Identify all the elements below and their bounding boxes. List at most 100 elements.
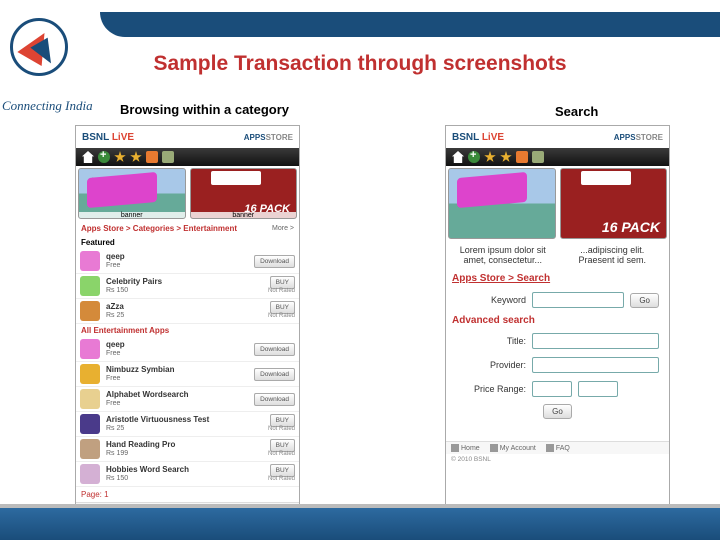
user-icon — [490, 444, 498, 452]
app-row[interactable]: Hand Reading ProRs 199BUYNot Rated — [76, 437, 299, 462]
phone-screenshot-search: BSNL LiVE APPSSTORE San Francisco solita… — [445, 125, 670, 520]
app-icon — [80, 389, 100, 409]
app-row[interactable]: Hobbies Word SearchRs 150BUYNot Rated — [76, 462, 299, 487]
phone-header: BSNL LiVE APPSSTORE — [446, 126, 669, 148]
app-price: Free — [106, 350, 254, 358]
app-icon — [80, 364, 100, 384]
app-name: Celebrity Pairs — [106, 278, 268, 287]
phone-footer: Home My Account FAQ — [446, 441, 669, 454]
home-icon — [451, 444, 459, 452]
help-icon — [546, 444, 554, 452]
header-swoosh — [0, 0, 720, 55]
app-row[interactable]: Nimbuzz SymbianFreeDownload — [76, 362, 299, 387]
app-name: Hand Reading Pro — [106, 441, 268, 450]
app-price: Rs 199 — [106, 450, 268, 458]
app-row[interactable]: qeepFreeDownload — [76, 249, 299, 274]
app-icon — [80, 464, 100, 484]
app-row[interactable]: Aristotle Virtuousness TestRs 25BUYNot R… — [76, 412, 299, 437]
app-name: qeep — [106, 341, 254, 350]
star-icon[interactable] — [114, 151, 126, 163]
more-link[interactable]: More > — [272, 225, 294, 232]
phone-toolbar — [76, 148, 299, 166]
price-range-label: Price Range: — [456, 384, 526, 394]
app-price: Rs 150 — [106, 475, 268, 483]
slide-footer-bar — [0, 508, 720, 540]
footer-home[interactable]: Home — [451, 444, 480, 452]
app-row[interactable]: aZzaRs 25BUYNot Rated — [76, 299, 299, 324]
banner-captions: Lorem ipsum dolor sit amet, consectetur.… — [446, 241, 669, 269]
logo-tagline: Connecting India — [2, 98, 93, 114]
app-row[interactable]: qeepFreeDownload — [76, 337, 299, 362]
app-action-button[interactable]: Download — [254, 255, 295, 268]
go-button[interactable]: Go — [543, 404, 572, 419]
keyword-input[interactable] — [532, 292, 624, 308]
add-icon[interactable] — [98, 151, 110, 163]
cart-icon[interactable] — [516, 151, 528, 163]
star-icon[interactable] — [500, 151, 512, 163]
phone-toolbar — [446, 148, 669, 166]
cart-icon[interactable] — [146, 151, 158, 163]
app-price: Free — [106, 400, 254, 408]
star-icon[interactable] — [130, 151, 142, 163]
bsnl-logo: BSNL LiVE — [82, 132, 134, 143]
all-apps-header: All Entertainment Apps — [76, 324, 299, 337]
title-input[interactable] — [532, 333, 659, 349]
app-row[interactable]: Celebrity PairsRs 150BUYNot Rated — [76, 274, 299, 299]
app-name: qeep — [106, 253, 254, 262]
app-name: Aristotle Virtuousness Test — [106, 416, 268, 425]
bsnl-logo: BSNL LiVE — [452, 132, 504, 143]
user-icon[interactable] — [162, 151, 174, 163]
app-icon — [80, 251, 100, 271]
keyword-label: Keyword — [456, 295, 526, 305]
app-name: Hobbies Word Search — [106, 466, 268, 475]
app-rating: Not Rated — [268, 288, 295, 295]
apps-store-logo: APPSSTORE — [244, 133, 293, 142]
banner-solitaire[interactable]: solitaire16 PACK — [560, 168, 668, 239]
app-price: Rs 25 — [106, 425, 268, 433]
provider-label: Provider: — [456, 360, 526, 370]
pager[interactable]: Page: 1 — [76, 487, 299, 502]
app-name: aZza — [106, 303, 268, 312]
app-icon — [80, 439, 100, 459]
go-button[interactable]: Go — [630, 293, 659, 308]
app-price: Rs 25 — [106, 312, 268, 320]
phone-header: BSNL LiVE APPSSTORE — [76, 126, 299, 148]
search-breadcrumb[interactable]: Apps Store > Search — [446, 269, 669, 288]
home-icon[interactable] — [82, 151, 94, 163]
app-name: Alphabet Wordsearch — [106, 391, 254, 400]
provider-input[interactable] — [532, 357, 659, 373]
app-price: Rs 150 — [106, 287, 268, 295]
star-icon[interactable] — [484, 151, 496, 163]
app-rating: Not Rated — [268, 451, 295, 458]
advanced-search-header: Advanced search — [446, 312, 669, 329]
app-icon — [80, 276, 100, 296]
app-action-button[interactable]: Download — [254, 393, 295, 406]
user-icon[interactable] — [532, 151, 544, 163]
footer-faq[interactable]: FAQ — [546, 444, 570, 452]
banner-tycoon[interactable]: San Francisco — [448, 168, 556, 239]
price-max-input[interactable] — [578, 381, 618, 397]
app-row[interactable]: Alphabet WordsearchFreeDownload — [76, 387, 299, 412]
apps-store-logo: APPSSTORE — [614, 133, 663, 142]
featured-header: Featured — [76, 236, 299, 249]
title-label: Title: — [456, 336, 526, 346]
app-icon — [80, 414, 100, 434]
app-rating: Not Rated — [268, 476, 295, 483]
phone-screenshot-browsing: BSNL LiVE APPSSTORE San Franciscobanner … — [75, 125, 300, 520]
banner-tycoon[interactable]: San Franciscobanner — [78, 168, 186, 219]
app-action-button[interactable]: Download — [254, 343, 295, 356]
add-icon[interactable] — [468, 151, 480, 163]
app-icon — [80, 301, 100, 321]
caption-search: Search — [555, 104, 598, 119]
app-rating: Not Rated — [268, 313, 295, 320]
breadcrumb[interactable]: Apps Store > Categories > EntertainmentM… — [76, 221, 299, 236]
home-icon[interactable] — [452, 151, 464, 163]
app-action-button[interactable]: Download — [254, 368, 295, 381]
footer-account[interactable]: My Account — [490, 444, 536, 452]
banner-solitaire[interactable]: solitaire16 PACKbanner — [190, 168, 298, 219]
app-rating: Not Rated — [268, 426, 295, 433]
price-min-input[interactable] — [532, 381, 572, 397]
app-price: Free — [106, 262, 254, 270]
copyright: © 2010 BSNL — [446, 454, 669, 465]
app-icon — [80, 339, 100, 359]
